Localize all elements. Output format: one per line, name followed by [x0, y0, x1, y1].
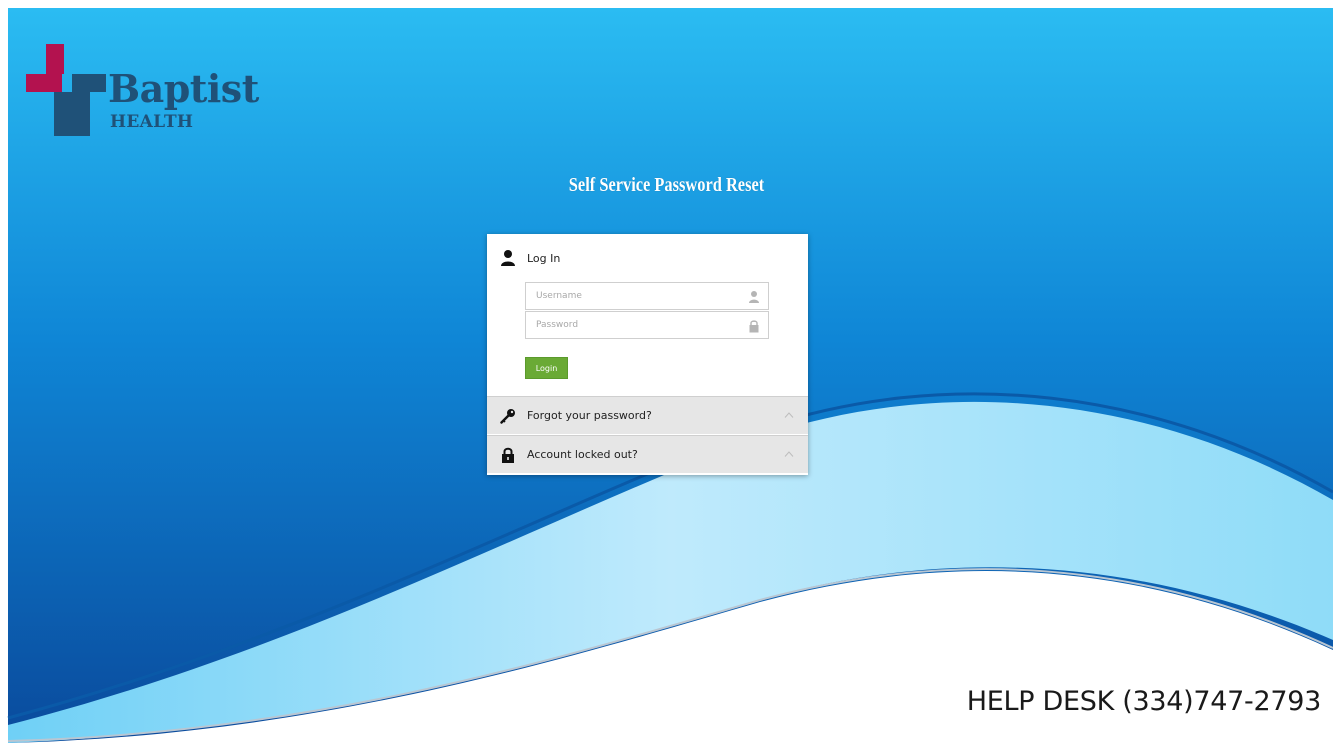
username-input[interactable] [526, 283, 746, 309]
account-locked-section[interactable]: Account locked out? [487, 435, 808, 473]
login-panel: Log In Login Forgot your passwo [487, 234, 808, 475]
account-locked-header: Account locked out? [487, 436, 808, 473]
password-input[interactable] [526, 312, 746, 338]
helpdesk-phone: HELP DESK (334)747-2793 [966, 686, 1322, 717]
logo-cross-icon [26, 44, 106, 136]
lock-icon [499, 446, 517, 464]
user-icon [499, 249, 517, 267]
login-heading: Log In [527, 251, 561, 265]
forgot-password-label: Forgot your password? [527, 409, 652, 422]
key-icon [499, 407, 517, 425]
logo-wordmark: Baptist [108, 66, 259, 111]
chevron-up-icon[interactable] [784, 411, 794, 419]
logo-subtitle: HEALTH [110, 112, 194, 132]
forgot-password-header: Forgot your password? [487, 397, 808, 434]
forgot-password-section[interactable]: Forgot your password? [487, 396, 808, 434]
account-locked-label: Account locked out? [527, 448, 638, 461]
user-icon [749, 291, 759, 303]
chevron-up-icon[interactable] [784, 450, 794, 458]
login-header: Log In [487, 246, 808, 270]
baptist-health-logo: Baptist HEALTH [26, 44, 259, 136]
lock-icon [749, 320, 759, 333]
login-button[interactable]: Login [525, 357, 568, 379]
username-field [525, 282, 769, 310]
password-field [525, 311, 769, 339]
page-title: Self Service Password Reset [568, 174, 765, 196]
